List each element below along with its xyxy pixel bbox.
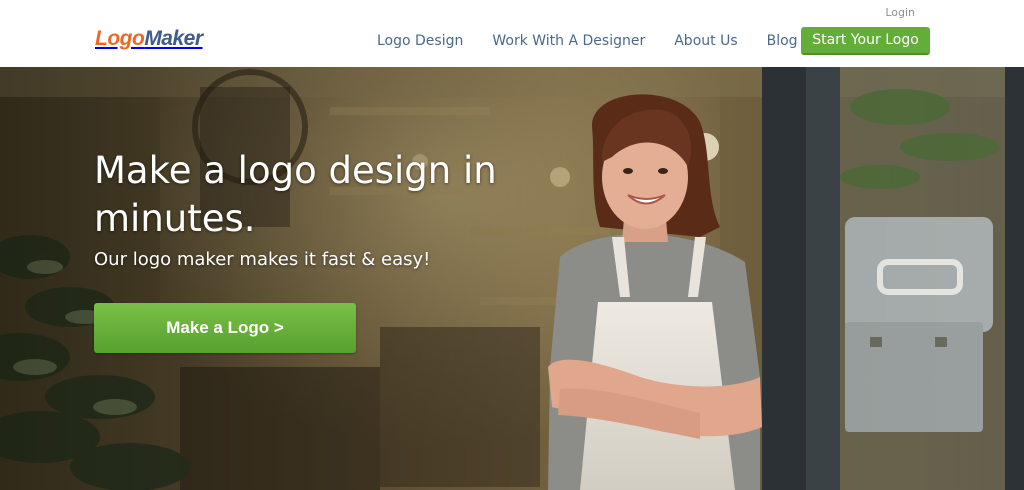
nav-work-with-designer[interactable]: Work With A Designer — [492, 33, 645, 49]
start-your-logo-button[interactable]: Start Your Logo — [801, 27, 930, 55]
hero-subtitle: Our logo maker makes it fast & easy! — [94, 249, 431, 270]
logo-text-maker: Maker — [144, 27, 203, 50]
hero-title: Make a logo design in minutes. — [94, 149, 497, 240]
make-a-logo-button[interactable]: Make a Logo > — [94, 303, 356, 353]
logo-text-logo: Logo — [95, 27, 145, 50]
login-link[interactable]: Login — [885, 6, 915, 19]
site-header: Login LogoMaker Logo Design Work With A … — [0, 0, 1024, 67]
nav-logo-design[interactable]: Logo Design — [377, 33, 463, 49]
hero-background-photo — [0, 67, 1024, 490]
nav-about-us[interactable]: About Us — [674, 33, 737, 49]
nav-blog[interactable]: Blog — [767, 33, 798, 49]
hero-banner: Make a logo design in minutes. Our logo … — [0, 67, 1024, 490]
main-nav: Logo Design Work With A Designer About U… — [377, 33, 798, 49]
logo[interactable]: LogoMaker — [95, 27, 203, 51]
